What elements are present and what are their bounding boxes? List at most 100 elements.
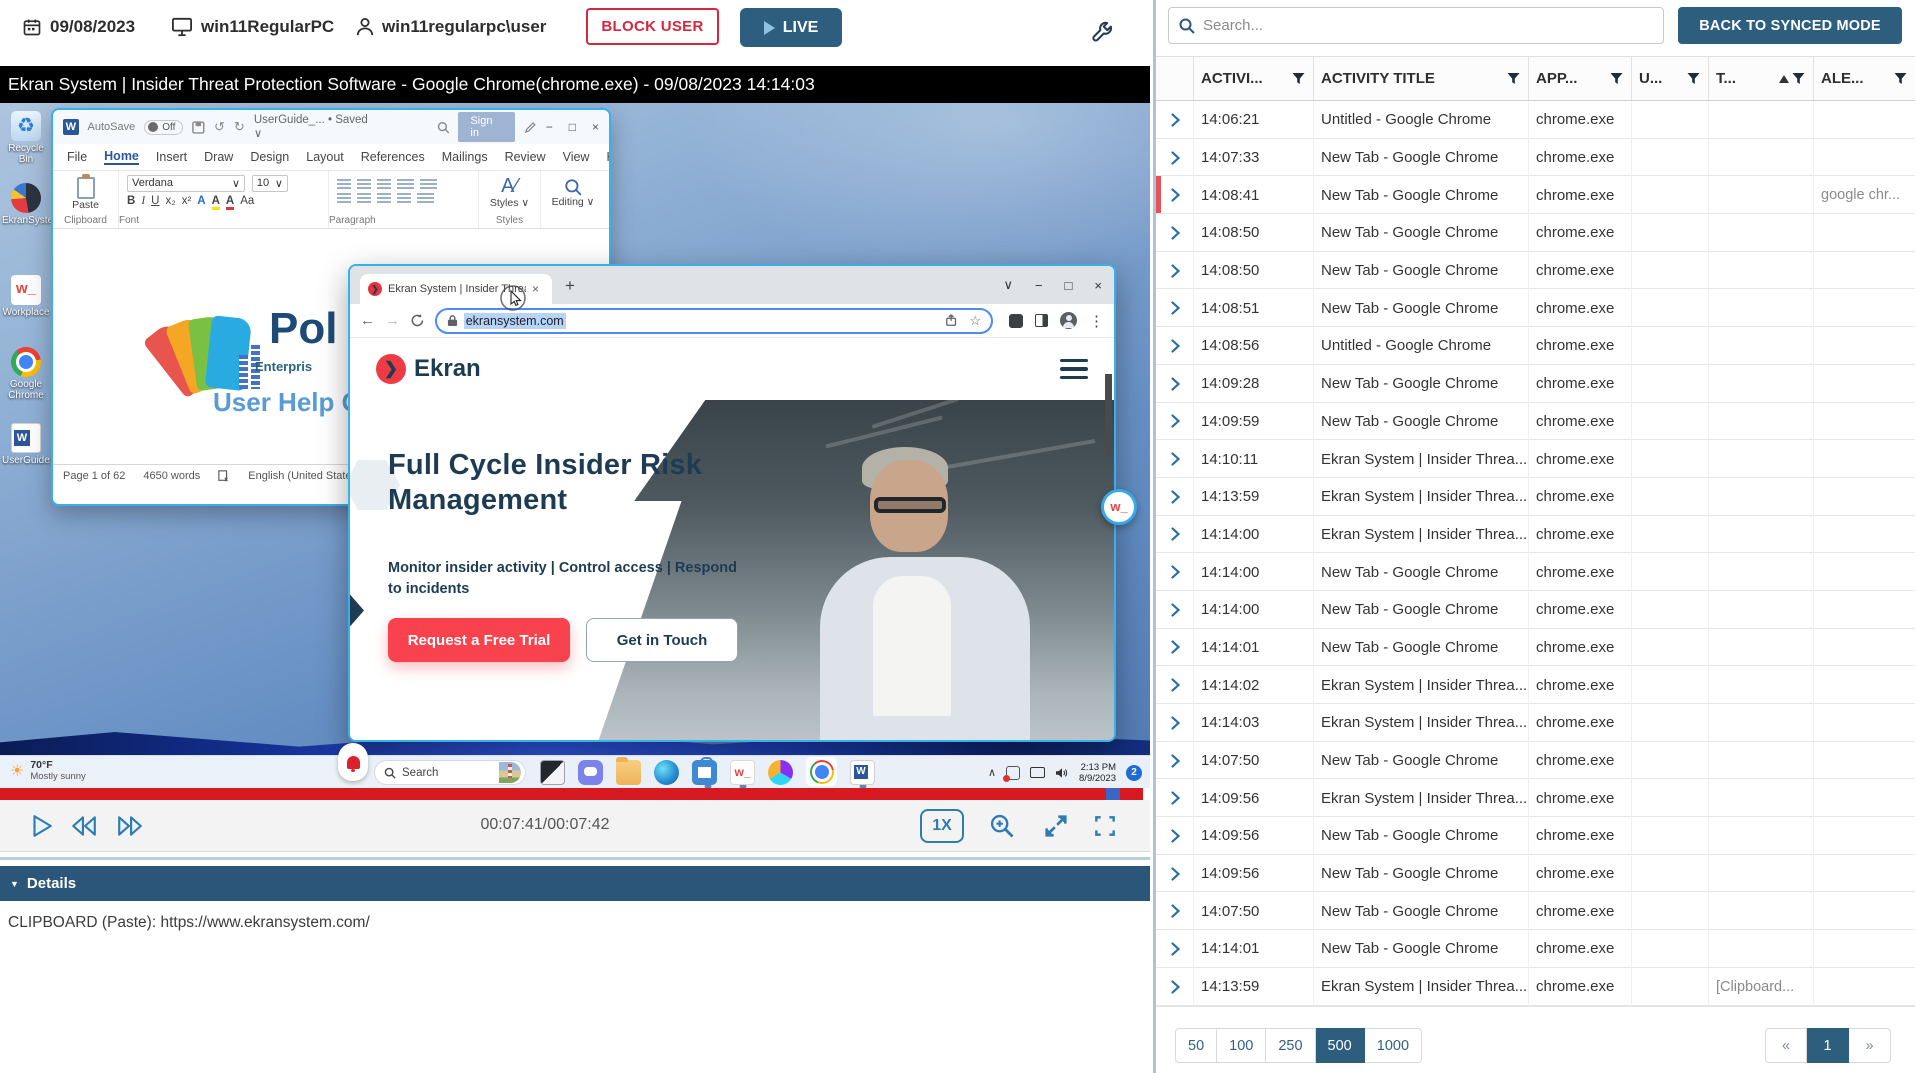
search-input[interactable]: [1203, 17, 1653, 34]
activity-row[interactable]: 14:07:50New Tab - Google Chromechrome.ex…: [1156, 892, 1915, 930]
live-button[interactable]: LIVE: [740, 8, 842, 47]
activity-row[interactable]: 14:07:33New Tab - Google Chromechrome.ex…: [1156, 139, 1915, 177]
activity-row[interactable]: 14:13:59Ekran System | Insider Threa...c…: [1156, 478, 1915, 516]
activity-row[interactable]: 14:09:56New Tab - Google Chromechrome.ex…: [1156, 855, 1915, 893]
header-expand-column: [1156, 57, 1194, 100]
settings-wrench-icon[interactable]: [1088, 19, 1115, 46]
expand-chevron-icon[interactable]: [1156, 742, 1194, 780]
header-application[interactable]: APP...: [1529, 57, 1632, 100]
expand-chevron-icon[interactable]: [1156, 478, 1194, 516]
expand-chevron-icon[interactable]: [1156, 516, 1194, 554]
playback-timeline[interactable]: [0, 788, 1143, 800]
page-size-50[interactable]: 50: [1175, 1028, 1217, 1063]
word-autosave-toggle: Off: [144, 120, 183, 135]
play-button[interactable]: [28, 813, 54, 839]
sort-asc-icon: [1779, 75, 1789, 83]
filter-icon[interactable]: [1894, 73, 1907, 85]
calendar-icon: [22, 17, 42, 37]
activity-row[interactable]: 14:14:03Ekran System | Insider Threa...c…: [1156, 704, 1915, 742]
expand-chevron-icon[interactable]: [1156, 855, 1194, 893]
expand-chevron-icon[interactable]: [1156, 779, 1194, 817]
activity-row[interactable]: 14:09:59New Tab - Google Chromechrome.ex…: [1156, 403, 1915, 441]
cell-alert: [1814, 666, 1915, 704]
details-header[interactable]: ▼ Details: [0, 866, 1150, 901]
cell-activity-time: 14:08:51: [1194, 289, 1314, 327]
ribbon-group-styles: A⁄ Styles ∨ Styles: [479, 171, 541, 228]
expand-chevron-icon[interactable]: [1156, 817, 1194, 855]
activity-row[interactable]: 14:14:00Ekran System | Insider Threa...c…: [1156, 516, 1915, 554]
expand-chevron-icon[interactable]: [1156, 403, 1194, 441]
activity-row[interactable]: 14:09:56Ekran System | Insider Threa...c…: [1156, 779, 1915, 817]
filter-icon[interactable]: [1292, 73, 1305, 85]
activity-row[interactable]: 14:10:11Ekran System | Insider Threa...c…: [1156, 440, 1915, 478]
filter-icon[interactable]: [1687, 73, 1700, 85]
cell-text: [1709, 289, 1814, 327]
page-size-500[interactable]: 500: [1316, 1028, 1365, 1063]
back-to-synced-mode-button[interactable]: BACK TO SYNCED MODE: [1678, 7, 1902, 44]
cell-application: chrome.exe: [1529, 968, 1632, 1006]
activity-row[interactable]: 14:08:51New Tab - Google Chromechrome.ex…: [1156, 289, 1915, 327]
playback-speed-button[interactable]: 1X: [920, 809, 964, 843]
expand-chevron-icon[interactable]: [1156, 553, 1194, 591]
prev-page-button[interactable]: «: [1765, 1028, 1807, 1063]
expand-chevron-icon[interactable]: [1156, 139, 1194, 177]
cell-text: [1709, 516, 1814, 554]
filter-icon[interactable]: [1792, 73, 1805, 85]
playback-screen[interactable]: ♻Recycle BinEkranSyste...w_WorkplaceGoog…: [0, 103, 1150, 788]
header-activity-title[interactable]: ACTIVITY TITLE: [1314, 57, 1529, 100]
expand-chevron-icon[interactable]: [1156, 629, 1194, 667]
expand-chevron-icon[interactable]: [1156, 666, 1194, 704]
activity-row[interactable]: 14:14:01New Tab - Google Chromechrome.ex…: [1156, 629, 1915, 667]
activity-row[interactable]: 14:08:56Untitled - Google Chromechrome.e…: [1156, 327, 1915, 365]
header-url[interactable]: U...: [1632, 57, 1709, 100]
activity-search[interactable]: [1168, 7, 1664, 44]
fullscreen-button[interactable]: [1092, 813, 1118, 839]
current-page-button[interactable]: 1: [1807, 1028, 1849, 1063]
zoom-in-button[interactable]: [988, 812, 1016, 840]
activity-row[interactable]: 14:09:28New Tab - Google Chromechrome.ex…: [1156, 365, 1915, 403]
desktop-icon-word: UserGuide...: [2, 423, 50, 466]
activity-row[interactable]: 14:14:02Ekran System | Insider Threa...c…: [1156, 666, 1915, 704]
expand-chevron-icon[interactable]: [1156, 968, 1194, 1006]
expand-chevron-icon[interactable]: [1156, 930, 1194, 968]
activity-row[interactable]: 14:14:01New Tab - Google Chromechrome.ex…: [1156, 930, 1915, 968]
activity-row[interactable]: 14:14:00New Tab - Google Chromechrome.ex…: [1156, 591, 1915, 629]
page-size-1000[interactable]: 1000: [1365, 1028, 1422, 1063]
expand-chevron-icon[interactable]: [1156, 289, 1194, 327]
cell-application: chrome.exe: [1529, 516, 1632, 554]
page-size-100[interactable]: 100: [1217, 1028, 1266, 1063]
activity-row[interactable]: 14:08:50New Tab - Google Chromechrome.ex…: [1156, 214, 1915, 252]
header-activity-time[interactable]: ACTIVI...: [1194, 57, 1314, 100]
expand-chevron-icon[interactable]: [1156, 214, 1194, 252]
expand-chevron-icon[interactable]: [1156, 101, 1194, 139]
page-size-250[interactable]: 250: [1266, 1028, 1315, 1063]
activity-row[interactable]: 14:08:50New Tab - Google Chromechrome.ex…: [1156, 252, 1915, 290]
expand-chevron-icon[interactable]: [1156, 176, 1194, 214]
fast-forward-button[interactable]: [116, 813, 144, 839]
cell-activity-time: 14:06:21: [1194, 101, 1314, 139]
next-page-button[interactable]: »: [1849, 1028, 1891, 1063]
activity-row[interactable]: 14:13:59Ekran System | Insider Threa...c…: [1156, 968, 1915, 1006]
rewind-button[interactable]: [70, 813, 98, 839]
activity-row[interactable]: 14:09:56New Tab - Google Chromechrome.ex…: [1156, 817, 1915, 855]
expand-chevron-icon[interactable]: [1156, 591, 1194, 629]
expand-chevron-icon[interactable]: [1156, 704, 1194, 742]
filter-icon[interactable]: [1610, 73, 1623, 85]
filter-icon[interactable]: [1507, 73, 1520, 85]
header-alerts[interactable]: ALE...: [1814, 57, 1915, 100]
activity-row[interactable]: 14:07:50New Tab - Google Chromechrome.ex…: [1156, 742, 1915, 780]
cell-alert: [1814, 516, 1915, 554]
expand-chevron-icon[interactable]: [1156, 892, 1194, 930]
fit-screen-button[interactable]: [1042, 812, 1070, 840]
block-user-button[interactable]: BLOCK USER: [586, 8, 719, 45]
expand-chevron-icon[interactable]: [1156, 252, 1194, 290]
activity-row[interactable]: 14:06:21Untitled - Google Chromechrome.e…: [1156, 101, 1915, 139]
expand-chevron-icon[interactable]: [1156, 440, 1194, 478]
expand-chevron-icon[interactable]: [1156, 327, 1194, 365]
cell-activity-time: 14:14:02: [1194, 666, 1314, 704]
activity-row[interactable]: 14:14:00New Tab - Google Chromechrome.ex…: [1156, 553, 1915, 591]
timeline-scrubber[interactable]: [1106, 788, 1120, 800]
expand-chevron-icon[interactable]: [1156, 365, 1194, 403]
activity-row[interactable]: 14:08:41New Tab - Google Chromechrome.ex…: [1156, 176, 1915, 214]
header-text[interactable]: T...: [1709, 57, 1814, 100]
